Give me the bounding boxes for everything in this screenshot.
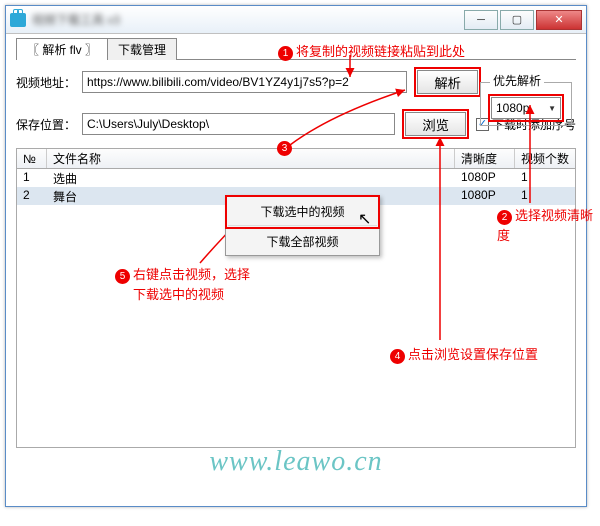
tab-bar: 〖 解析 flv 〗 下载管理 — [16, 38, 576, 60]
app-icon — [10, 13, 26, 27]
priority-select[interactable]: 1080p ▼ — [491, 97, 561, 119]
url-label: 视频地址： — [16, 74, 76, 91]
parse-button[interactable]: 解析 — [417, 70, 478, 94]
col-name[interactable]: 文件名称 — [47, 149, 455, 168]
table-row[interactable]: 1 选曲 1080P 1 — [17, 169, 575, 187]
file-table: № 文件名称 清晰度 视频个数 1 选曲 1080P 1 2 舞台 1080P … — [16, 148, 576, 448]
maximize-button[interactable]: ▢ — [500, 10, 534, 30]
close-button[interactable]: ✕ — [536, 10, 582, 30]
watermark: www.leawo.cn — [6, 446, 586, 478]
col-res[interactable]: 清晰度 — [455, 149, 515, 168]
ctx-download-all[interactable]: 下载全部视频 — [226, 228, 379, 255]
chevron-down-icon: ▼ — [548, 104, 556, 113]
col-no[interactable]: № — [17, 149, 47, 168]
ctx-download-selected[interactable]: 下载选中的视频 — [228, 198, 377, 226]
save-label: 保存位置： — [16, 116, 76, 133]
save-input[interactable] — [82, 113, 395, 135]
cursor-icon: ↖ — [358, 209, 371, 229]
tab-parse[interactable]: 〖 解析 flv 〗 — [16, 38, 108, 60]
priority-label: 优先解析 — [490, 72, 544, 89]
minimize-button[interactable]: ─ — [464, 10, 498, 30]
tab-manage[interactable]: 下载管理 — [107, 38, 177, 60]
browse-button[interactable]: 浏览 — [405, 112, 466, 136]
context-menu: 下载选中的视频 下载全部视频 — [225, 195, 380, 256]
window-title: 视频下载工具 v3 — [32, 11, 120, 28]
col-cnt[interactable]: 视频个数 — [515, 149, 575, 168]
url-input[interactable] — [82, 71, 407, 93]
priority-value: 1080p — [496, 101, 529, 115]
titlebar: 视频下载工具 v3 ─ ▢ ✕ — [6, 6, 586, 34]
